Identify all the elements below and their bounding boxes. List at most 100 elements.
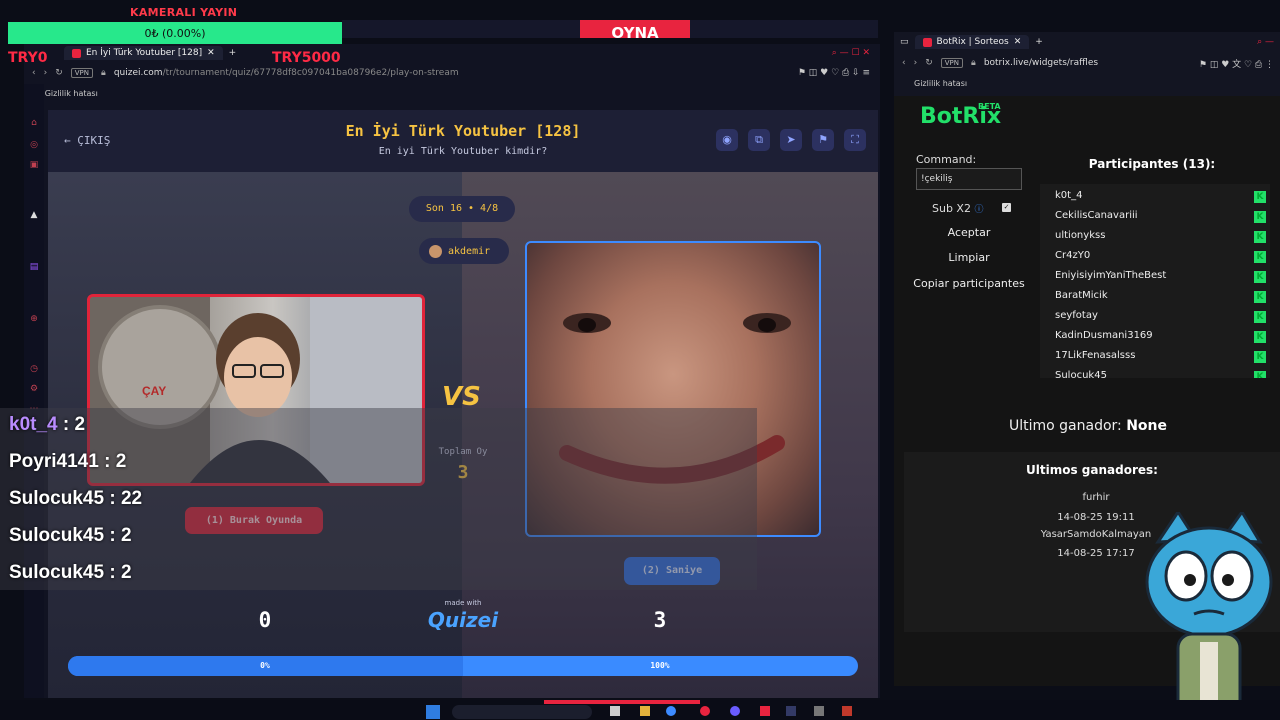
tab-title-right: BotRix | Sorteos xyxy=(936,37,1009,47)
send-icon[interactable]: ➤ xyxy=(780,129,802,151)
author-name: akdemir xyxy=(448,245,491,257)
accept-button[interactable]: Aceptar xyxy=(916,223,1022,243)
try-left-label: TRY0 xyxy=(8,50,48,66)
sidebar-twitch-icon[interactable]: ▤ xyxy=(29,262,39,272)
leaderboard-row: Sulocuk45 : 22 xyxy=(9,488,143,509)
stream-label: KAMERALI YAYIN xyxy=(130,6,238,19)
vpn-badge-right[interactable]: VPN xyxy=(940,58,964,68)
sidebar-wallet-icon[interactable]: ▣ xyxy=(29,160,39,170)
new-tab-icon[interactable]: + xyxy=(229,48,237,58)
taskbar-folder-icon[interactable] xyxy=(640,706,650,716)
botrix-favicon-icon xyxy=(922,37,932,47)
sidebar-history-icon[interactable]: ◷ xyxy=(29,364,39,374)
forward-icon[interactable]: › xyxy=(44,68,48,78)
last-winner-label: Ultimo ganador: xyxy=(1008,418,1122,434)
participants-list[interactable]: k0t_4 K CekilisCanavariii Kultionykss K Cr4zY… xyxy=(1040,184,1270,378)
url-field[interactable]: quizei.com/tr/tournament/quiz/67778df8c0… xyxy=(114,68,459,78)
copy-participants-button[interactable]: Copiar participantes xyxy=(912,274,1026,294)
taskbar-app-icon[interactable] xyxy=(814,706,824,716)
taskbar-edge-icon[interactable] xyxy=(666,706,676,716)
kick-logo-icon[interactable]: K xyxy=(1254,331,1266,343)
new-tab-icon[interactable]: + xyxy=(1035,37,1043,47)
author-badge[interactable]: akdemir xyxy=(419,238,509,264)
kick-logo-icon[interactable]: K xyxy=(1254,271,1266,283)
leader-score: 2 xyxy=(120,562,132,583)
kick-logo-icon[interactable]: K xyxy=(1254,371,1266,378)
chat-leaderboard: k0t_4 : 2 Poyri4141 : 2 Sulocuk45 : 22 S… xyxy=(0,408,757,590)
beta-badge: BETA xyxy=(978,102,1001,111)
participant-name: ultionykss xyxy=(1055,230,1106,241)
kick-logo-icon[interactable]: K xyxy=(1254,231,1266,243)
tab-botrix[interactable]: BotRix | Sorteos ✕ xyxy=(914,35,1030,49)
taskbar-search[interactable] xyxy=(452,705,592,719)
share-icon[interactable]: ⧉ xyxy=(748,129,770,151)
taskbar-app-icon[interactable] xyxy=(786,706,796,716)
sidebar-home-icon[interactable]: ⌂ xyxy=(29,118,39,128)
last-winner: Ultimo ganador: None xyxy=(896,418,1280,434)
reload-icon[interactable]: ↻ xyxy=(55,68,63,78)
tab-quizei[interactable]: En İyi Türk Youtuber [128] ✕ xyxy=(64,46,223,60)
try-right-label: TRY5000 xyxy=(272,50,341,66)
author-avatar xyxy=(429,244,442,258)
tab-list-icon[interactable]: ▭ xyxy=(900,37,909,47)
vote-progress-bar xyxy=(68,656,858,676)
window-controls-right[interactable]: ⌕ — xyxy=(1257,37,1274,47)
sub-x2-label: Sub X2 ⓘ xyxy=(932,202,983,215)
fullscreen-icon[interactable]: ⛶ xyxy=(844,129,866,151)
participants-title: Participantes (13): xyxy=(1088,157,1216,171)
kick-logo-icon[interactable]: K xyxy=(1254,311,1266,323)
start-icon[interactable] xyxy=(426,705,440,719)
quizei-logo[interactable]: Quizei xyxy=(413,608,513,632)
taskbar-file-icon[interactable] xyxy=(610,706,620,716)
toolbar-icons[interactable]: ⚑ ◫ ♥ ♡ ⎙ ⇩ ≡ xyxy=(798,68,870,78)
lock-icon: 🔒︎ xyxy=(971,58,976,68)
url-host: quizei.com xyxy=(113,68,163,78)
back-icon[interactable]: ‹ xyxy=(32,68,36,78)
eye-icon[interactable]: ◉ xyxy=(716,129,738,151)
kick-logo-icon[interactable]: K xyxy=(1254,251,1266,263)
participant-name: KadinDusmani3169 xyxy=(1055,330,1153,341)
close-icon[interactable]: ✕ xyxy=(207,48,215,58)
back-icon[interactable]: ‹ xyxy=(902,58,906,68)
kick-logo-icon[interactable]: K xyxy=(1254,291,1266,303)
vpn-badge[interactable]: VPN xyxy=(70,68,94,78)
leader-name: Sulocuk45 xyxy=(9,488,105,509)
clear-button[interactable]: Limpiar xyxy=(916,248,1022,268)
kick-logo-icon[interactable]: K xyxy=(1254,191,1266,203)
tab-title: En İyi Türk Youtuber [128] xyxy=(86,48,203,58)
percent-right: 100% xyxy=(650,661,670,670)
sub-x2-checkbox[interactable]: ✓ xyxy=(1002,203,1011,212)
close-icon[interactable]: ✕ xyxy=(1014,37,1022,47)
leader-score: 2 xyxy=(120,525,132,546)
quizei-favicon-icon xyxy=(72,48,81,58)
taskbar-app-icon[interactable] xyxy=(760,706,770,716)
command-input[interactable] xyxy=(916,168,1022,190)
sidebar-aria-icon[interactable]: ▲ xyxy=(29,210,39,220)
window-controls[interactable]: ⌕ — ☐ ✕ xyxy=(832,48,870,58)
toolbar-icons-right[interactable]: ⚑ ◫ ♥ 文 ♡ ⎙ ⋮ xyxy=(1199,57,1274,70)
taskbar-discord-icon[interactable] xyxy=(730,706,740,716)
kick-logo-icon[interactable]: K xyxy=(1254,351,1266,363)
sidebar-messenger-icon[interactable]: ◎ xyxy=(29,140,39,150)
play-banner: OYNA xyxy=(580,20,690,42)
last-winner-value: None xyxy=(1126,418,1167,434)
leader-score: 22 xyxy=(120,488,143,509)
winners-title: Ultimos ganadores: xyxy=(1026,463,1158,477)
sidebar-add-icon[interactable]: ⊕ xyxy=(29,314,39,324)
donation-goal-bar: 0₺ (0.00%) xyxy=(8,22,342,44)
kick-logo-icon[interactable]: K xyxy=(1254,211,1266,223)
forward-icon[interactable]: › xyxy=(914,58,918,68)
leader-score: 2 xyxy=(74,414,86,435)
reload-icon[interactable]: ↻ xyxy=(925,58,933,68)
sidebar-settings-icon[interactable]: ⚙ xyxy=(29,384,39,394)
taskbar-opera-icon[interactable] xyxy=(700,706,710,716)
photo-sign-text: ÇAY xyxy=(142,384,166,398)
leaderboard-row: Sulocuk45 : 2 xyxy=(9,525,132,546)
lock-icon: 🔒︎ xyxy=(101,68,106,78)
url-field-right[interactable]: botrix.live/widgets/raffles xyxy=(984,58,1098,68)
taskbar-app-icon[interactable] xyxy=(842,706,852,716)
flag-icon[interactable]: ⚑ xyxy=(812,129,834,151)
privacy-error-bar-right: Gizlilik hatası xyxy=(894,74,1280,92)
info-icon[interactable]: ⓘ xyxy=(974,205,983,215)
tab-bar-right: ▭ BotRix | Sorteos ✕ + ⌕ — xyxy=(894,32,1280,52)
